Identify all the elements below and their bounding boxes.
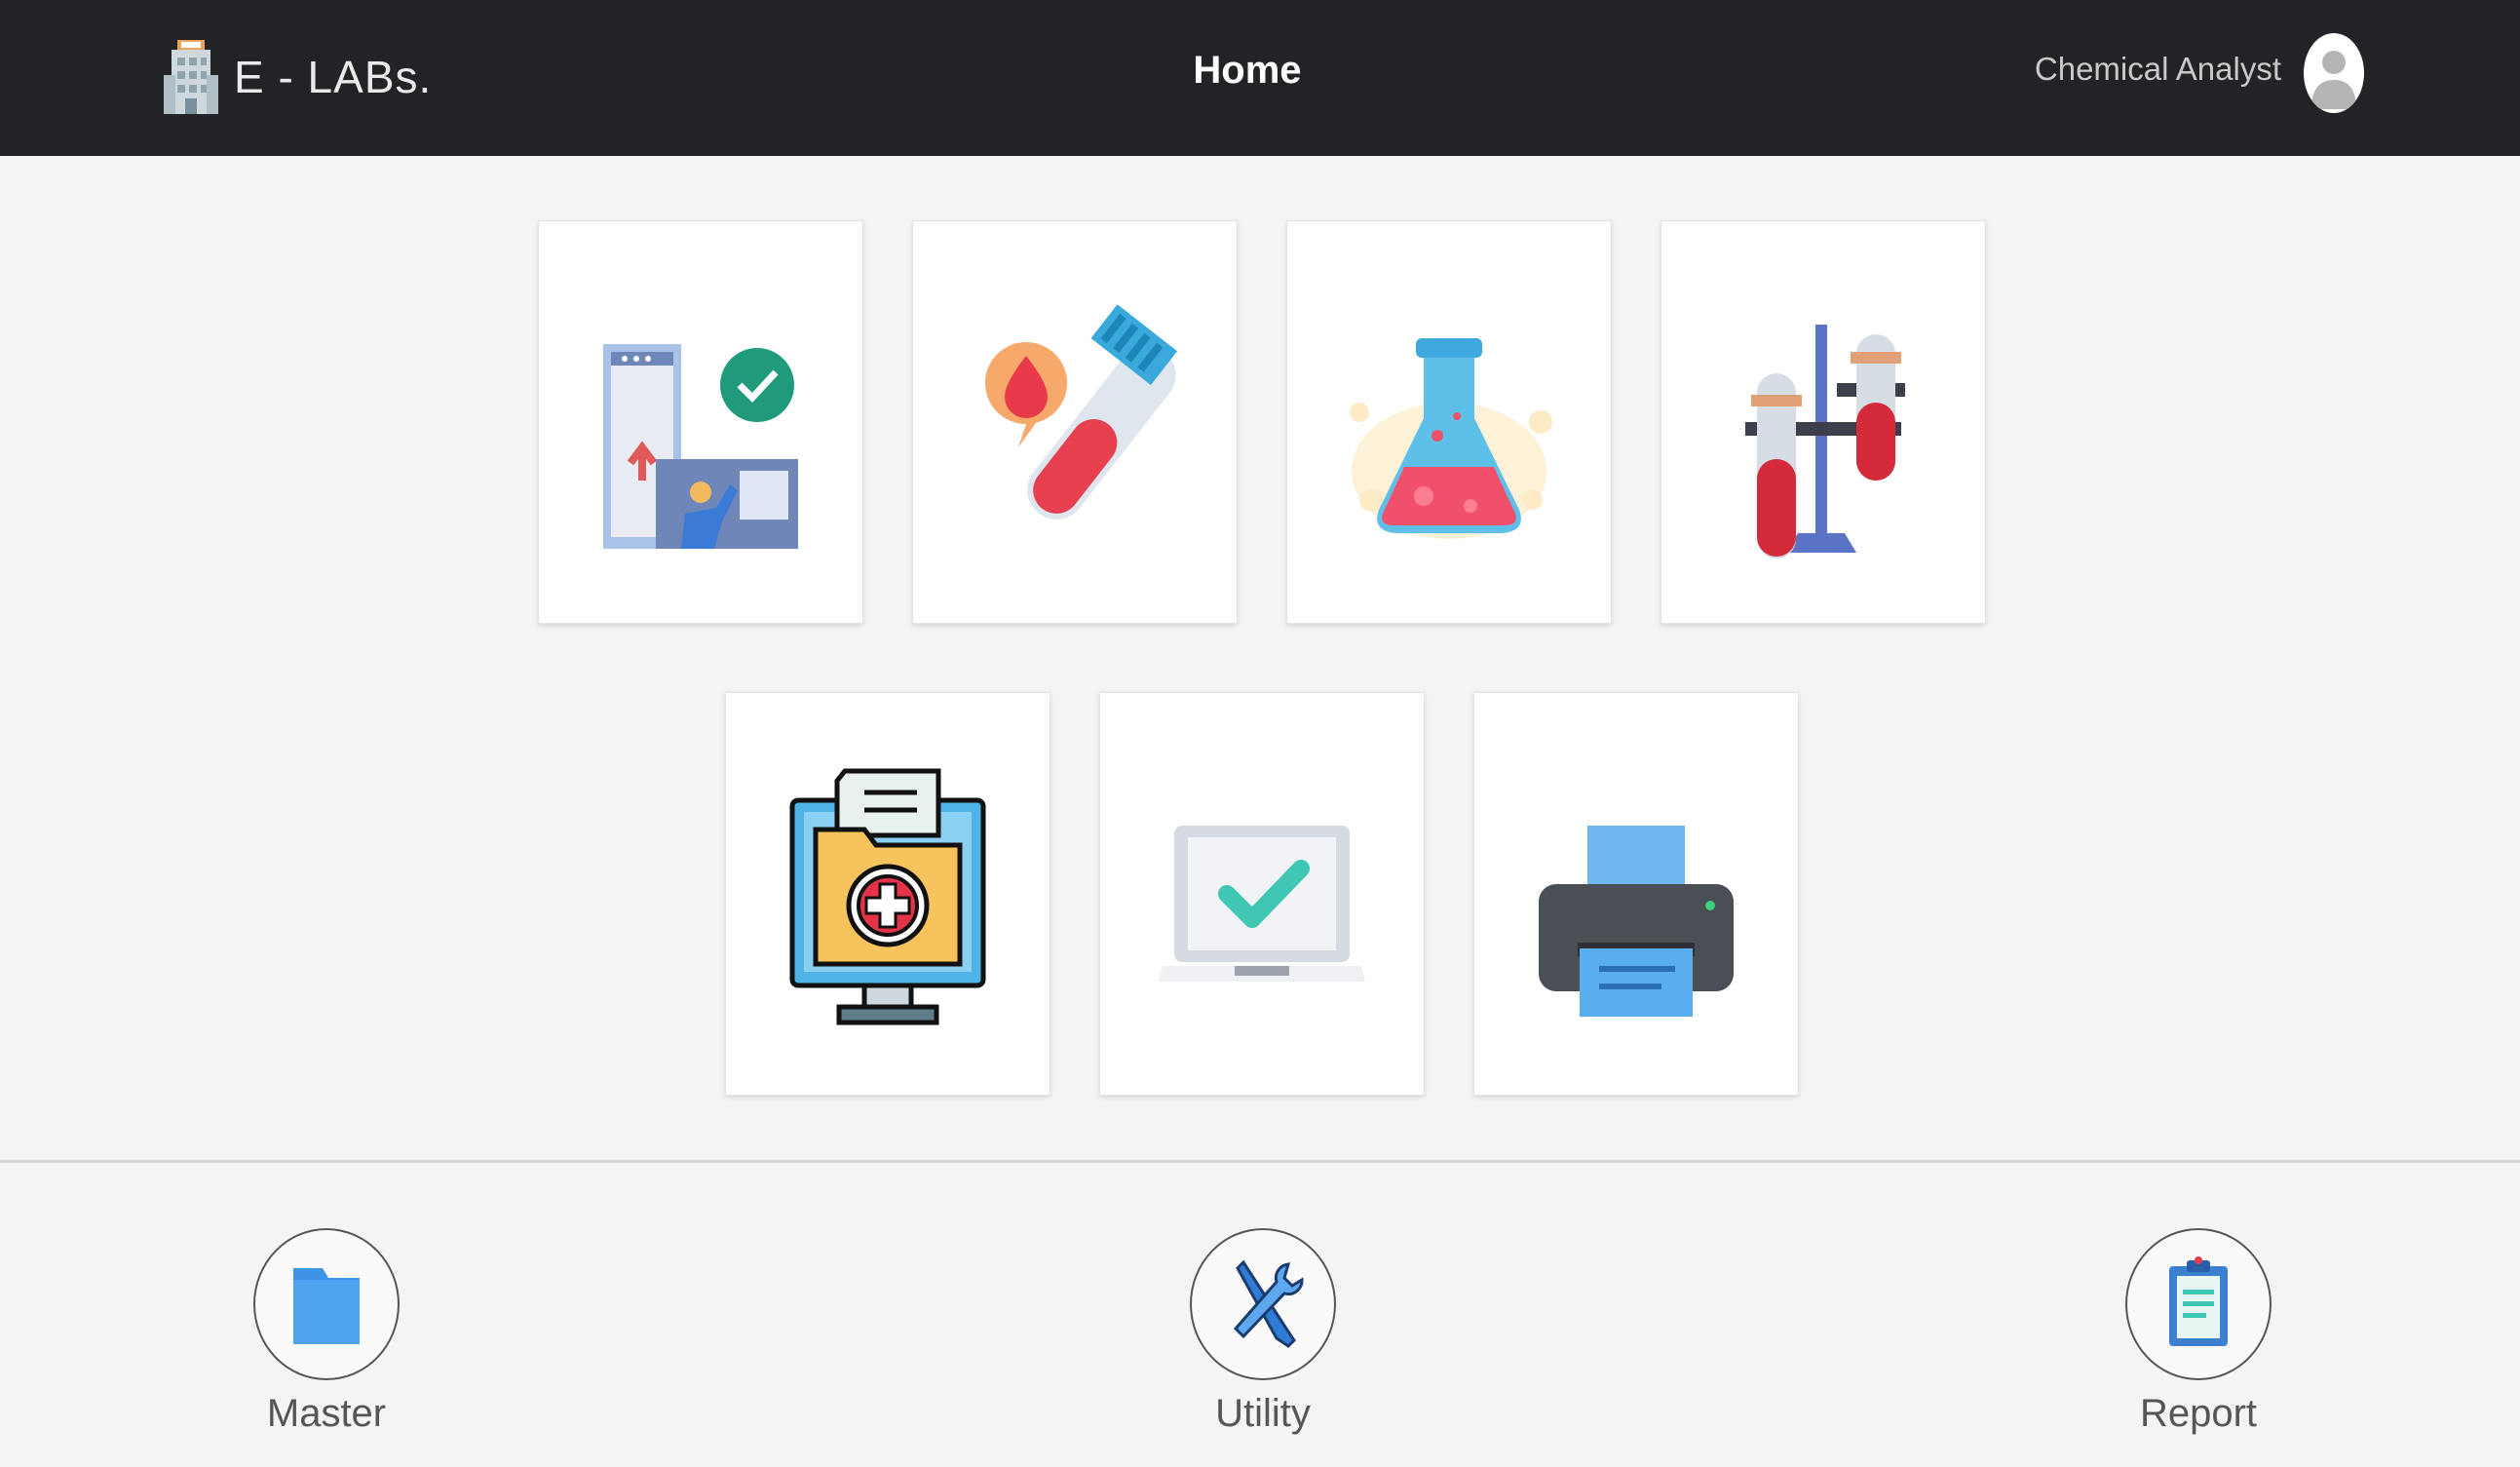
- blood-sample-tube-icon: [985, 304, 1178, 520]
- section-divider: [0, 1160, 2520, 1163]
- tools-icon: [1233, 1259, 1304, 1348]
- master-label: Master: [266, 1392, 387, 1435]
- footer-report-button[interactable]: Report: [2077, 1228, 2320, 1436]
- report-icon-circle: [2125, 1228, 2272, 1380]
- master-icon-circle: [253, 1228, 400, 1380]
- monitor-check-icon: [1159, 826, 1365, 982]
- clipboard-report-icon: [2169, 1256, 2228, 1346]
- test-tube-stand-icon: [1745, 325, 1905, 559]
- flask-tile[interactable]: [1286, 220, 1612, 624]
- user-role-label: Chemical Analyst: [2034, 51, 2281, 87]
- top-navbar: E - LABs. Home Chemical Analyst: [0, 0, 2520, 156]
- tile-row-1: [538, 220, 1986, 624]
- footer-utility-button[interactable]: Utility: [1141, 1228, 1385, 1436]
- approval-dashboard-icon: [603, 344, 798, 549]
- medical-records-icon: [789, 768, 986, 1025]
- folder-icon: [293, 1268, 360, 1344]
- print-tile[interactable]: [1473, 692, 1799, 1096]
- test-tubes-tile[interactable]: [1661, 220, 1986, 624]
- tile-row-2: [725, 692, 1799, 1096]
- medical-records-tile[interactable]: [725, 692, 1050, 1096]
- report-label: Report: [2139, 1392, 2258, 1435]
- user-avatar-icon: [2311, 51, 2356, 109]
- approval-tile[interactable]: [538, 220, 863, 624]
- utility-icon-circle: [1190, 1228, 1336, 1380]
- user-avatar[interactable]: [2304, 33, 2364, 113]
- verification-tile[interactable]: [1099, 692, 1425, 1096]
- printer-icon: [1539, 826, 1734, 1017]
- footer-master-button[interactable]: Master: [205, 1228, 448, 1436]
- utility-label: Utility: [1215, 1392, 1311, 1435]
- blood-sample-tile[interactable]: [912, 220, 1238, 624]
- flask-icon: [1350, 338, 1552, 539]
